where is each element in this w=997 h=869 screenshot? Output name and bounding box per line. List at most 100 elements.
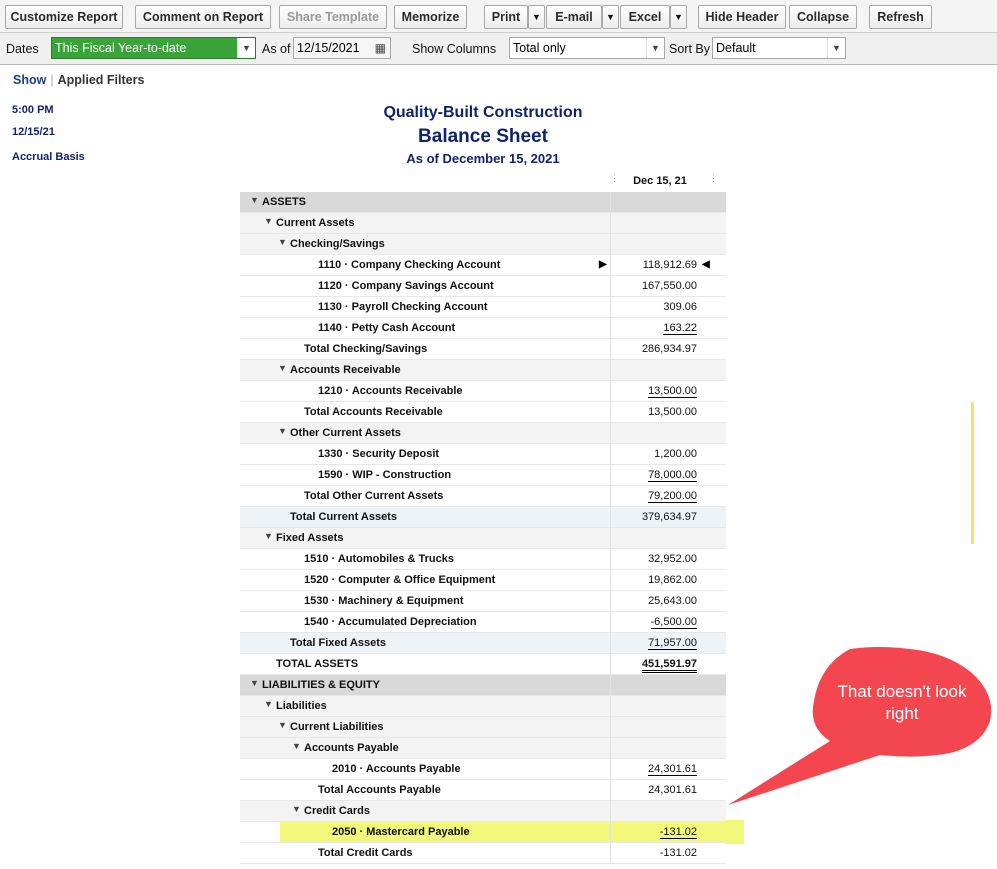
report-row[interactable]: 2050 · Mastercard Payable -131.02 — [240, 822, 726, 843]
report-row[interactable]: ▼ Current Liabilities — [240, 717, 726, 738]
chevron-down-icon[interactable]: ▼ — [646, 38, 664, 58]
report-row[interactable]: 1510 · Automobiles & Trucks 32,952.00 — [240, 549, 726, 570]
collapse-triangle-icon[interactable]: ▼ — [250, 195, 259, 205]
column-divider — [610, 402, 611, 423]
hide-header-button[interactable]: Hide Header — [698, 5, 786, 29]
report-row[interactable]: ▼ Accounts Receivable — [240, 360, 726, 381]
report-basis: Accrual Basis — [12, 151, 85, 163]
show-link[interactable]: Show — [13, 73, 46, 87]
report-row[interactable]: 1120 · Company Savings Account 167,550.00 — [240, 276, 726, 297]
collapse-triangle-icon[interactable]: ▼ — [292, 741, 301, 751]
report-row[interactable]: 1540 · Accumulated Depreciation -6,500.00 — [240, 612, 726, 633]
report-row[interactable]: Total Current Assets 379,634.97 — [240, 507, 726, 528]
column-resize-handle[interactable]: ⋮ — [709, 174, 718, 183]
report-row[interactable]: 1210 · Accounts Receivable 13,500.00 — [240, 381, 726, 402]
row-value[interactable]: 24,301.61 — [648, 784, 697, 796]
report-row[interactable]: ▼ Liabilities — [240, 696, 726, 717]
report-row[interactable]: TOTAL ASSETS 451,591.97 — [240, 654, 726, 675]
report-row[interactable]: ▼ Credit Cards — [240, 801, 726, 822]
refresh-button[interactable]: Refresh — [869, 5, 932, 29]
report-row[interactable]: ▼ Current Assets — [240, 213, 726, 234]
email-dropdown-icon[interactable]: ▼ — [602, 5, 619, 29]
report-row[interactable]: ▼ ASSETS — [240, 192, 726, 213]
row-value[interactable]: 78,000.00 — [648, 469, 697, 482]
customize-report-button[interactable]: Customize Report — [5, 5, 123, 29]
collapse-triangle-icon[interactable]: ▼ — [264, 216, 273, 226]
report-row[interactable]: Total Credit Cards -131.02 — [240, 843, 726, 864]
report-row[interactable]: Total Accounts Receivable 13,500.00 — [240, 402, 726, 423]
chevron-down-icon[interactable]: ▼ — [237, 38, 255, 58]
row-label: Accounts Payable — [304, 742, 399, 754]
row-value[interactable]: 32,952.00 — [648, 553, 697, 565]
report-row[interactable]: 1530 · Machinery & Equipment 25,643.00 — [240, 591, 726, 612]
report-row[interactable]: Total Checking/Savings 286,934.97 — [240, 339, 726, 360]
report-row[interactable]: 1140 · Petty Cash Account 163.22 — [240, 318, 726, 339]
print-button[interactable]: Print — [484, 5, 528, 29]
report-row[interactable]: 1330 · Security Deposit 1,200.00 — [240, 444, 726, 465]
row-value[interactable]: 163.22 — [663, 322, 697, 335]
dates-select[interactable]: This Fiscal Year-to-date ▼ — [51, 37, 256, 59]
column-header-date[interactable]: Dec 15, 21 — [610, 175, 710, 187]
row-value[interactable]: 24,301.61 — [648, 763, 697, 776]
column-divider — [610, 780, 611, 801]
row-value[interactable]: 286,934.97 — [642, 343, 697, 355]
report-row[interactable]: 1590 · WIP - Construction 78,000.00 — [240, 465, 726, 486]
share-template-button[interactable]: Share Template — [279, 5, 387, 29]
collapse-triangle-icon[interactable]: ▼ — [278, 720, 287, 730]
row-value[interactable]: 167,550.00 — [642, 280, 697, 292]
row-value[interactable]: 451,591.97 — [641, 658, 697, 673]
report-row[interactable]: Total Accounts Payable 24,301.61 — [240, 780, 726, 801]
report-row[interactable]: ▼ Other Current Assets — [240, 423, 726, 444]
row-value[interactable]: 309.06 — [663, 301, 697, 313]
collapse-triangle-icon[interactable]: ▼ — [264, 699, 273, 709]
report-row[interactable]: 1110 · Company Checking Account 118,912.6… — [240, 255, 726, 276]
chevron-down-icon[interactable]: ▼ — [827, 38, 845, 58]
excel-dropdown-icon[interactable]: ▼ — [670, 5, 687, 29]
column-divider — [610, 234, 611, 255]
row-label: 1590 · WIP - Construction — [318, 469, 452, 481]
collapse-triangle-icon[interactable]: ▼ — [278, 237, 287, 247]
report-row[interactable]: 1520 · Computer & Office Equipment 19,862… — [240, 570, 726, 591]
row-value[interactable]: 71,957.00 — [648, 637, 697, 650]
excel-button[interactable]: Excel — [620, 5, 670, 29]
email-button[interactable]: E-mail — [546, 5, 602, 29]
report-row[interactable]: Total Other Current Assets 79,200.00 — [240, 486, 726, 507]
row-value[interactable]: 379,634.97 — [642, 511, 697, 523]
report-row[interactable]: ▼ Accounts Payable — [240, 738, 726, 759]
row-value[interactable]: 25,643.00 — [648, 595, 697, 607]
row-value[interactable]: -131.02 — [659, 826, 697, 839]
report-row[interactable]: ▼ LIABILITIES & EQUITY — [240, 675, 726, 696]
show-columns-select[interactable]: Total only ▼ — [509, 37, 665, 59]
report-row[interactable]: Total Fixed Assets 71,957.00 — [240, 633, 726, 654]
collapse-triangle-icon[interactable]: ▼ — [250, 678, 259, 688]
column-divider — [610, 801, 611, 822]
collapse-button[interactable]: Collapse — [789, 5, 857, 29]
row-value[interactable]: 118,912.69 — [643, 259, 697, 271]
memorize-button[interactable]: Memorize — [394, 5, 467, 29]
row-value[interactable]: 13,500.00 — [648, 406, 697, 418]
report-row[interactable]: ▼ Checking/Savings — [240, 234, 726, 255]
collapse-triangle-icon[interactable]: ▼ — [292, 804, 301, 814]
report-time: 5:00 PM — [12, 104, 54, 116]
print-dropdown-icon[interactable]: ▼ — [528, 5, 545, 29]
dates-select-value: This Fiscal Year-to-date — [55, 41, 187, 55]
row-value[interactable]: 79,200.00 — [648, 490, 697, 503]
comment-on-report-button[interactable]: Comment on Report — [135, 5, 271, 29]
report-row[interactable]: 2010 · Accounts Payable 24,301.61 — [240, 759, 726, 780]
row-value[interactable]: 19,862.00 — [648, 574, 697, 586]
collapse-triangle-icon[interactable]: ▼ — [278, 426, 287, 436]
collapse-triangle-icon[interactable]: ▼ — [264, 531, 273, 541]
report-row[interactable]: 1130 · Payroll Checking Account 309.06 — [240, 297, 726, 318]
row-value[interactable]: 13,500.00 — [648, 385, 697, 398]
row-label: Total Current Assets — [290, 511, 397, 523]
calendar-icon[interactable]: ▦ — [375, 38, 386, 58]
row-value[interactable]: -131.02 — [660, 847, 697, 859]
as-of-date-input[interactable]: 12/15/2021 ▦ — [293, 37, 391, 59]
row-value[interactable]: -6,500.00 — [650, 616, 697, 629]
sort-by-select[interactable]: Default ▼ — [712, 37, 846, 59]
row-value[interactable]: 1,200.00 — [654, 448, 697, 460]
column-divider — [610, 486, 611, 507]
collapse-triangle-icon[interactable]: ▼ — [278, 363, 287, 373]
row-label: Other Current Assets — [290, 427, 401, 439]
report-row[interactable]: ▼ Fixed Assets — [240, 528, 726, 549]
